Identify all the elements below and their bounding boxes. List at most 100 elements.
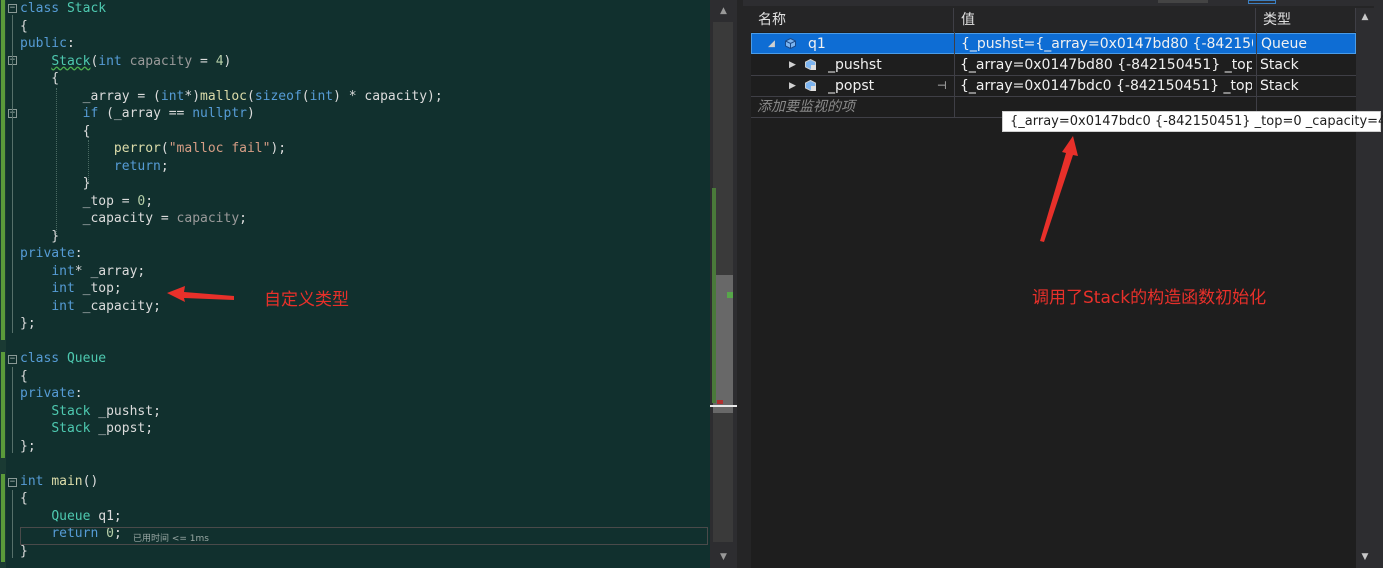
- watch-row-popst[interactable]: ▶ _popst ⊣ {_array=0x0147bdc0 {-84215045…: [751, 76, 1356, 97]
- code-line[interactable]: {: [20, 70, 59, 87]
- code-token: private: [20, 386, 75, 401]
- fold-toggle-icon[interactable]: −: [8, 4, 17, 13]
- code-token: _array = (: [20, 88, 161, 104]
- code-token: }: [20, 543, 28, 559]
- code-editor[interactable]: − − − − − class Stack{public: Stack(int …: [0, 0, 710, 568]
- watch-value[interactable]: {_array=0x0147bd80 {-842150451} _top=0 .…: [960, 55, 1252, 76]
- fold-guide: [12, 490, 13, 558]
- search-box[interactable]: [1158, 0, 1208, 3]
- scroll-down-icon[interactable]: ▼: [1356, 548, 1374, 566]
- code-token: return: [113, 158, 161, 174]
- expand-arrow-icon[interactable]: ▶: [789, 81, 796, 91]
- annotation-constructor-call: 调用了Stack的构造函数初始化: [1032, 288, 1267, 308]
- code-line[interactable]: Queue q1;: [20, 508, 121, 525]
- pin-icon[interactable]: ⊣: [937, 79, 947, 92]
- code-line[interactable]: Stack(int capacity = 4): [20, 53, 231, 70]
- watch-value[interactable]: {_pushst={_array=0x0147bd80 {-842150451.…: [961, 34, 1253, 55]
- grid-line: [751, 96, 1356, 97]
- code-token: ;: [145, 193, 154, 209]
- code-token: Queue: [66, 351, 107, 366]
- protected-member-icon: [805, 59, 816, 70]
- code-token: (_array ==: [98, 106, 193, 121]
- code-line[interactable]: int* _array;: [20, 263, 145, 280]
- code-line[interactable]: if (_array == nullptr): [20, 105, 255, 122]
- watch-value[interactable]: {_array=0x0147bdc0 {-842150451} _top=0 _…: [960, 76, 1252, 97]
- collapse-arrow-icon[interactable]: ◢: [768, 39, 775, 49]
- code-line[interactable]: private:: [20, 385, 83, 402]
- code-line[interactable]: public:: [20, 35, 75, 52]
- watch-row-q1[interactable]: ◢ q1 {_pushst={_array=0x0147bd80 {-84215…: [751, 33, 1356, 54]
- code-line[interactable]: }: [20, 228, 59, 245]
- code-token: (: [160, 141, 169, 156]
- code-line[interactable]: _capacity = capacity;: [20, 210, 247, 227]
- code-line[interactable]: class Queue: [20, 350, 106, 367]
- perf-tip: 已用时间 <= 1ms: [133, 534, 209, 544]
- code-line[interactable]: private:: [20, 245, 83, 262]
- code-token: };: [20, 316, 36, 331]
- code-line[interactable]: {: [20, 123, 91, 140]
- watch-toolbar: [743, 0, 1383, 6]
- code-token: class: [20, 1, 60, 16]
- scroll-up-icon[interactable]: ▲: [1356, 8, 1374, 26]
- scroll-up-icon[interactable]: ▲: [710, 2, 737, 20]
- code-line[interactable]: {: [20, 490, 28, 507]
- code-token: _top =: [20, 193, 138, 209]
- code-token: {: [20, 491, 28, 506]
- column-header-value[interactable]: 值: [954, 8, 1256, 32]
- fold-toggle-icon[interactable]: −: [8, 478, 17, 487]
- watch-scrollbar[interactable]: ▲ ▼: [1356, 8, 1374, 568]
- datatip-popup: {_array=0x0147bdc0 {-842150451} _top=0 _…: [1002, 111, 1383, 132]
- code-line[interactable]: {: [20, 368, 28, 385]
- code-token: capacity: [121, 53, 193, 69]
- watch-name: q1: [808, 36, 826, 52]
- code-line[interactable]: _top = 0;: [20, 193, 153, 210]
- code-token: :: [66, 36, 75, 51]
- code-line[interactable]: Stack _popst;: [20, 420, 153, 437]
- code-token: {: [20, 18, 28, 34]
- code-line[interactable]: };: [20, 438, 36, 455]
- code-token: sizeof: [254, 88, 302, 104]
- code-token: _pushst;: [90, 403, 161, 419]
- code-token: ) * capacity);: [333, 88, 443, 104]
- code-token: int: [51, 281, 75, 296]
- change-marker: [1, 352, 5, 458]
- code-token: _popst;: [90, 421, 154, 436]
- code-line[interactable]: }: [20, 175, 91, 192]
- fold-toggle-icon[interactable]: −: [8, 355, 17, 364]
- column-header-name[interactable]: 名称: [751, 8, 954, 32]
- code-token: capacity: [176, 211, 240, 226]
- code-token: Stack: [51, 421, 91, 436]
- object-icon: [785, 38, 796, 49]
- column-header-type[interactable]: 类型: [1256, 8, 1356, 32]
- code-line[interactable]: perror("malloc fail");: [20, 140, 286, 157]
- code-token: ;: [160, 158, 169, 174]
- code-line[interactable]: };: [20, 315, 36, 332]
- watch-type: Stack: [1260, 57, 1299, 73]
- expand-arrow-icon[interactable]: ▶: [789, 60, 796, 70]
- fold-guide: [12, 367, 13, 453]
- code-token: * _array;: [74, 263, 146, 279]
- watch-name: _pushst: [828, 57, 882, 73]
- watch-row-pushst[interactable]: ▶ _pushst {_array=0x0147bd80 {-842150451…: [751, 55, 1356, 76]
- code-line[interactable]: return;: [20, 158, 169, 175]
- code-line[interactable]: int _top;: [20, 280, 121, 297]
- code-line[interactable]: int main(): [20, 473, 98, 490]
- code-token: :: [74, 246, 83, 261]
- code-line[interactable]: _array = (int*)malloc(sizeof(int) * capa…: [20, 88, 443, 105]
- code-token: class: [20, 351, 60, 366]
- code-token: *): [184, 88, 201, 104]
- add-watch-placeholder[interactable]: 添加要监视的项: [757, 97, 947, 118]
- code-line[interactable]: class Stack: [20, 0, 106, 17]
- toolbar-button[interactable]: [1248, 0, 1276, 4]
- code-token: Stack: [51, 53, 91, 69]
- code-line[interactable]: }: [20, 543, 28, 560]
- code-line[interactable]: {: [20, 18, 28, 35]
- code-line[interactable]: int _capacity;: [20, 298, 161, 315]
- code-line[interactable]: Stack _pushst;: [20, 403, 161, 420]
- scroll-down-icon[interactable]: ▼: [710, 548, 737, 566]
